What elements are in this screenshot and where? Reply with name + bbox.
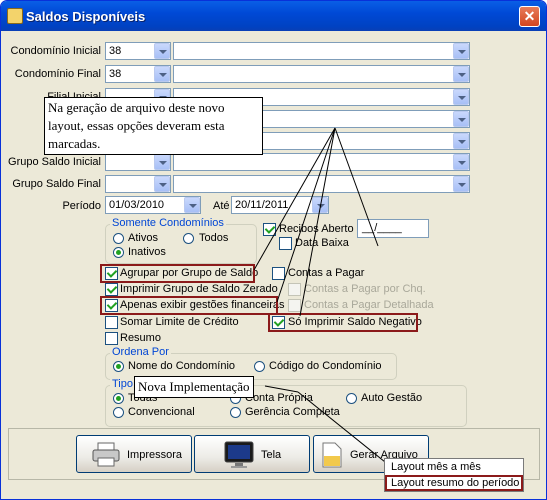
annotation-arrows	[253, 127, 391, 467]
layout-menu: Layout mês a mês Layout resumo do períod…	[384, 458, 524, 492]
menu-item-layout-mes-a-mes[interactable]: Layout mês a mês	[385, 459, 523, 475]
menu-item-layout-resumo[interactable]: Layout resumo do período	[385, 475, 523, 491]
